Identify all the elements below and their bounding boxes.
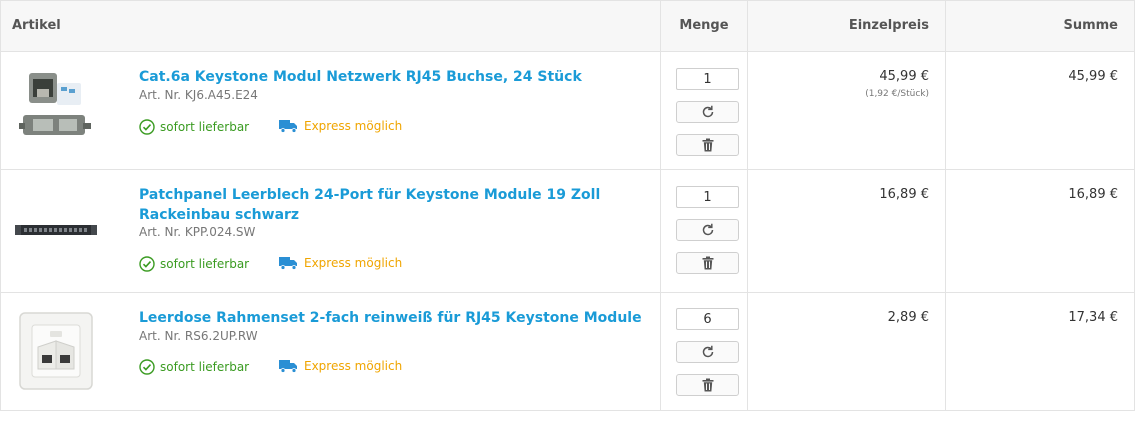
availability-label: sofort lieferbar [160,360,250,374]
item-title-link[interactable]: Leerdose Rahmenset 2-fach reinweiß für R… [139,308,649,328]
express-label: Express möglich [304,256,403,270]
remove-item-button[interactable] [676,252,739,274]
header-summe: Summe [945,1,1134,51]
express-label: Express möglich [304,119,403,133]
item-quantity-cell [660,52,747,169]
keystone-module-image[interactable] [15,68,97,152]
item-info: Cat.6a Keystone Modul Netzwerk RJ45 Buch… [1,52,660,169]
refresh-icon [702,105,713,118]
item-quantity-cell [660,170,747,292]
availability-label: sofort lieferbar [160,120,250,134]
unit-price-value: 16,89 € [879,187,929,202]
quantity-input[interactable] [676,308,739,330]
truck-icon [279,360,297,373]
refresh-icon [702,345,713,358]
item-sum: 45,99 € [945,52,1134,169]
header-einzelpreis: Einzelpreis [747,1,945,51]
quantity-input[interactable] [676,186,739,208]
availability-status: sofort lieferbar [139,359,249,375]
cart-item: Cat.6a Keystone Modul Netzwerk RJ45 Buch… [1,52,1134,170]
item-art-nr: Art. Nr. KPP.024.SW [139,225,256,239]
availability-label: sofort lieferbar [160,257,250,271]
trash-icon [702,256,713,270]
unit-price-value: 2,89 € [887,310,929,325]
cart-item: Leerdose Rahmenset 2-fach reinweiß für R… [1,293,1134,411]
header-artikel: Artikel [12,18,61,33]
item-quantity-cell [660,293,747,410]
check-circle-icon [139,256,155,272]
refresh-icon [702,223,713,236]
item-info: Leerdose Rahmenset 2-fach reinweiß für R… [1,293,660,410]
wall-outlet-image[interactable] [15,309,97,393]
item-art-nr: Art. Nr. RS6.2UP.RW [139,329,258,343]
sum-value: 45,99 € [1068,69,1118,84]
update-quantity-button[interactable] [676,101,739,123]
express-status: Express möglich [279,119,402,133]
item-unit-price: 45,99 € (1,92 €/Stück) [747,52,945,169]
availability-status: sofort lieferbar [139,256,249,272]
quantity-input[interactable] [676,68,739,90]
sum-value: 16,89 € [1068,187,1118,202]
item-art-nr: Art. Nr. KJ6.A45.E24 [139,88,258,102]
shopping-cart-table: Artikel Menge Einzelpreis Summe Cat.6a K… [0,0,1135,411]
item-unit-price: 2,89 € [747,293,945,410]
update-quantity-button[interactable] [676,219,739,241]
item-title-link[interactable]: Patchpanel Leerblech 24-Port für Keyston… [139,185,649,225]
item-sum: 17,34 € [945,293,1134,410]
item-info: Patchpanel Leerblech 24-Port für Keyston… [1,170,660,292]
header-menge: Menge [660,1,747,51]
remove-item-button[interactable] [676,374,739,396]
item-title-link[interactable]: Cat.6a Keystone Modul Netzwerk RJ45 Buch… [139,67,649,87]
availability-status: sofort lieferbar [139,119,249,135]
item-sum: 16,89 € [945,170,1134,292]
trash-icon [702,138,713,152]
update-quantity-button[interactable] [676,341,739,363]
cart-item: Patchpanel Leerblech 24-Port für Keyston… [1,170,1134,293]
express-label: Express möglich [304,359,403,373]
patch-panel-image[interactable] [15,190,97,270]
check-circle-icon [139,119,155,135]
express-status: Express möglich [279,256,402,270]
check-circle-icon [139,359,155,375]
unit-price-value: 45,99 € [879,69,929,84]
express-status: Express möglich [279,359,402,373]
unit-price-per-piece: (1,92 €/Stück) [865,89,929,99]
trash-icon [702,378,713,392]
truck-icon [279,120,297,133]
item-unit-price: 16,89 € [747,170,945,292]
cart-header: Artikel Menge Einzelpreis Summe [1,1,1134,52]
truck-icon [279,257,297,270]
remove-item-button[interactable] [676,134,739,156]
sum-value: 17,34 € [1068,310,1118,325]
